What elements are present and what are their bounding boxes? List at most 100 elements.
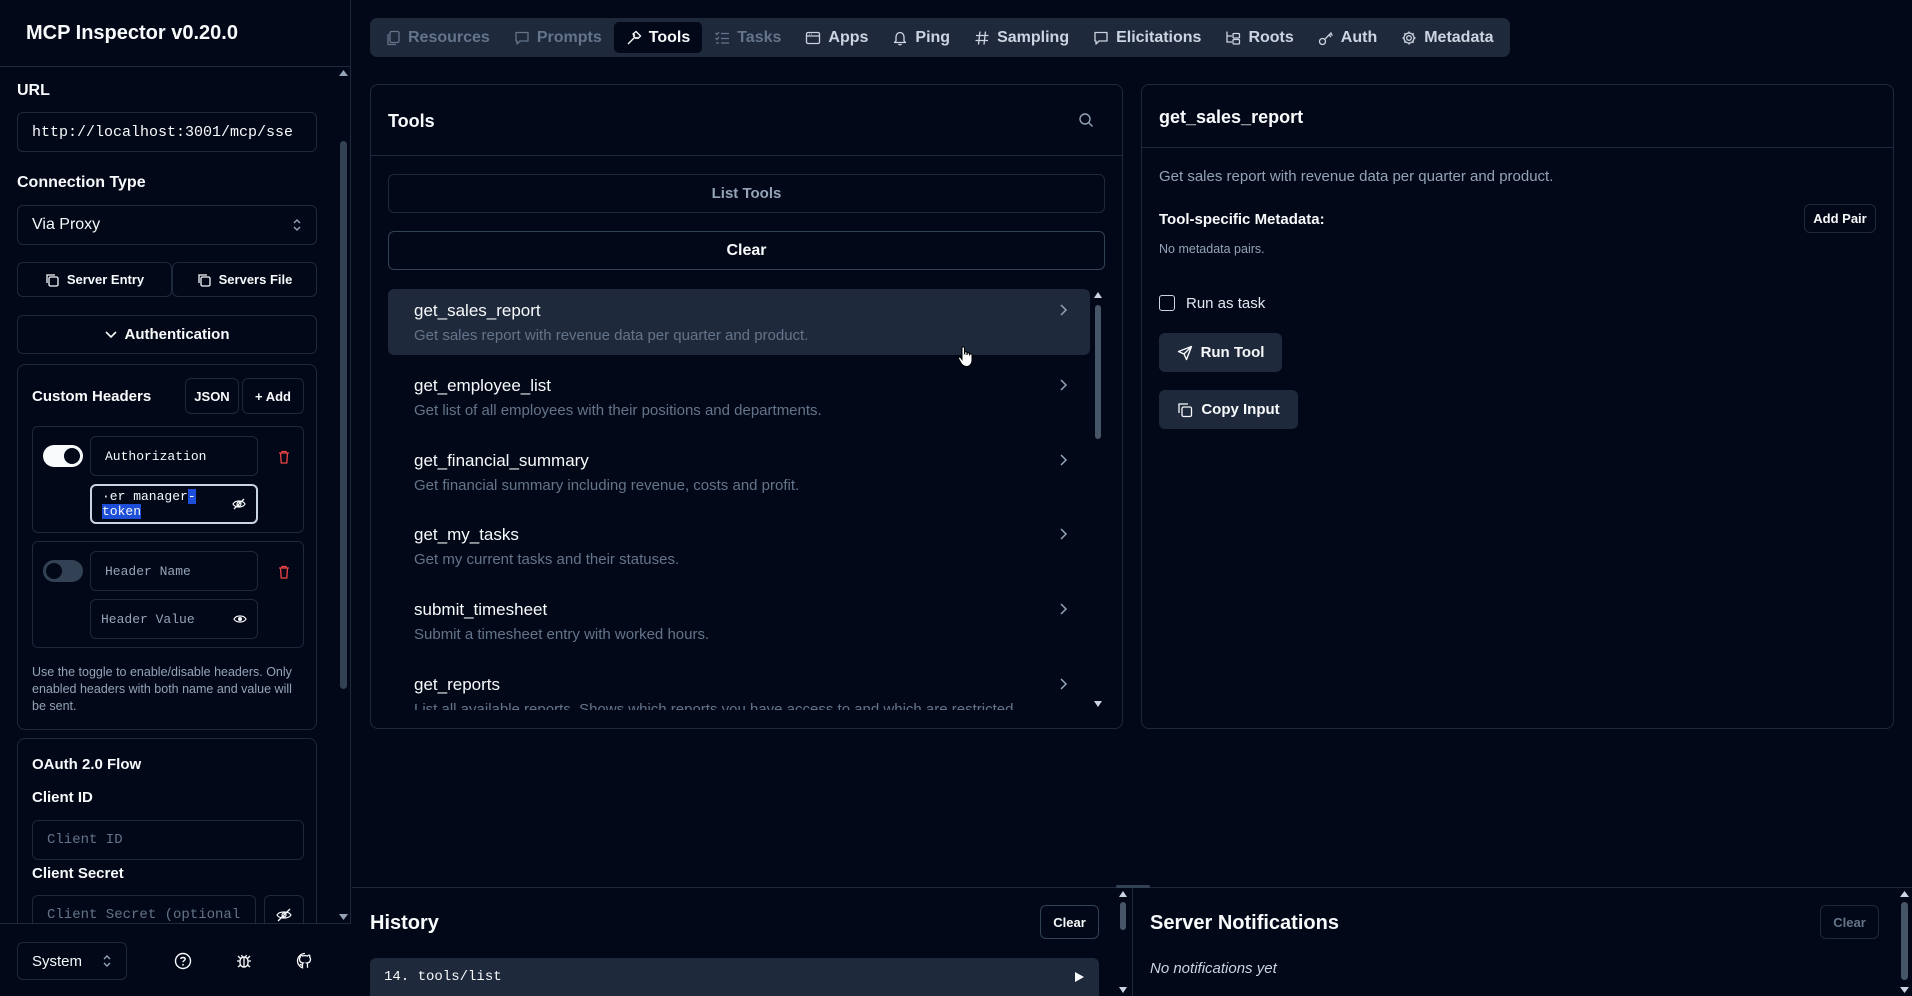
oauth-title: OAuth 2.0 Flow xyxy=(32,756,142,773)
tab-prompts[interactable]: Prompts xyxy=(502,22,614,53)
client-secret-label: Client Secret xyxy=(32,865,124,882)
header-value-text: ·er manager-token xyxy=(102,489,232,519)
json-button[interactable]: JSON xyxy=(185,378,239,414)
github-icon[interactable] xyxy=(296,952,314,970)
run-tool-label: Run Tool xyxy=(1200,344,1265,361)
tab-label: Ping xyxy=(915,28,951,46)
key-icon xyxy=(1318,31,1333,45)
file-icon xyxy=(387,30,400,45)
header-value-input[interactable]: ·er manager-token xyxy=(90,484,258,524)
history-entry[interactable]: 14. tools/list xyxy=(370,958,1099,996)
toggle-knob xyxy=(46,563,62,579)
eye-icon[interactable] xyxy=(233,612,247,626)
tab-elicitations[interactable]: Elicitations xyxy=(1081,22,1213,53)
header-name-input[interactable]: Authorization xyxy=(90,436,258,476)
clear-tools-button[interactable]: Clear xyxy=(388,231,1105,270)
tab-tools[interactable]: Tools xyxy=(613,22,703,53)
tab-ping[interactable]: Ping xyxy=(880,22,962,53)
app-window-icon xyxy=(806,31,821,44)
mouse-cursor-icon xyxy=(957,346,973,368)
theme-value: System xyxy=(32,952,83,970)
clear-history-button[interactable]: Clear xyxy=(1040,905,1099,939)
hash-icon xyxy=(975,30,989,45)
play-icon xyxy=(1075,972,1084,982)
help-circle-icon[interactable] xyxy=(174,952,192,970)
client-secret-placeholder: Client Secret (optional xyxy=(47,907,241,923)
page-scrollbar[interactable] xyxy=(1897,888,1912,996)
tool-description: Get list of all employees with their pos… xyxy=(414,402,822,419)
server-entry-button[interactable]: Server Entry xyxy=(17,262,172,297)
chevrons-up-down-icon xyxy=(103,955,111,967)
chevron-right-icon xyxy=(1060,379,1068,391)
trash-icon[interactable] xyxy=(278,450,290,464)
tool-detail-description: Get sales report with revenue data per q… xyxy=(1159,168,1554,185)
run-tool-button[interactable]: Run Tool xyxy=(1159,333,1282,372)
theme-select[interactable]: System xyxy=(17,942,127,980)
add-header-button[interactable]: + Add xyxy=(242,378,304,414)
tool-item-get-my-tasks[interactable]: get_my_tasks Get my current tasks and th… xyxy=(388,513,1090,579)
header-enabled-toggle[interactable] xyxy=(43,445,83,467)
chevron-right-icon xyxy=(1060,678,1068,690)
sidebar-scrollbar[interactable] xyxy=(336,67,351,923)
add-pair-button[interactable]: Add Pair xyxy=(1804,204,1876,233)
servers-file-label: Servers File xyxy=(218,272,293,287)
client-id-input[interactable]: Client ID xyxy=(32,820,304,860)
toggle-knob xyxy=(64,448,80,464)
tool-item-get-employee-list[interactable]: get_employee_list Get list of all employ… xyxy=(388,364,1090,430)
server-entry-label: Server Entry xyxy=(66,272,145,287)
clear-tools-label: Clear xyxy=(726,241,767,259)
header-name-input[interactable]: Header Name xyxy=(90,551,258,591)
url-input[interactable]: http://localhost:3001/mcp/sse xyxy=(17,112,317,152)
tool-description: List all available reports. Shows which … xyxy=(414,701,1018,710)
history-scrollbar[interactable] xyxy=(1116,888,1130,996)
chevron-right-icon xyxy=(1060,528,1068,540)
servers-file-button[interactable]: Servers File xyxy=(172,262,317,297)
tab-auth[interactable]: Auth xyxy=(1306,22,1389,53)
gear-icon xyxy=(1402,31,1416,44)
hammer-icon xyxy=(627,30,641,44)
eye-off-icon[interactable] xyxy=(232,497,246,511)
list-tools-label: List Tools xyxy=(711,185,782,202)
notifications-title: Server Notifications xyxy=(1150,912,1339,934)
tab-roots[interactable]: Roots xyxy=(1213,22,1305,53)
add-header-label: + Add xyxy=(255,388,291,404)
tab-apps[interactable]: Apps xyxy=(793,22,880,53)
tool-description: Submit a timesheet entry with worked hou… xyxy=(414,626,710,643)
connection-type-select[interactable]: Via Proxy xyxy=(17,205,317,245)
tool-item-get-sales-report[interactable]: get_sales_report Get sales report with r… xyxy=(388,289,1090,355)
header-value-placeholder: Header Value xyxy=(101,611,195,627)
chevron-right-icon xyxy=(1060,304,1068,316)
tool-name: get_employee_list xyxy=(414,376,552,395)
run-as-task-checkbox[interactable] xyxy=(1159,295,1175,311)
copy-icon xyxy=(46,273,59,287)
client-id-label: Client ID xyxy=(32,789,93,806)
header-value-input[interactable]: Header Value xyxy=(90,599,258,639)
clear-notifications-button[interactable]: Clear xyxy=(1820,905,1879,939)
url-label: URL xyxy=(17,82,50,99)
copy-input-button[interactable]: Copy Input xyxy=(1159,390,1298,429)
tools-list-scrollbar[interactable] xyxy=(1091,289,1105,710)
authentication-toggle-button[interactable]: Authentication xyxy=(17,315,317,354)
tool-item-get-reports[interactable]: get_reports List all available reports. … xyxy=(388,663,1090,710)
tab-label: Tasks xyxy=(737,28,782,46)
trash-icon[interactable] xyxy=(278,565,290,579)
tab-tasks[interactable]: Tasks xyxy=(702,22,793,53)
tab-sampling[interactable]: Sampling xyxy=(962,22,1081,53)
tool-item-submit-timesheet[interactable]: submit_timesheet Submit a timesheet entr… xyxy=(388,588,1090,654)
tab-resources[interactable]: Resources xyxy=(374,22,502,53)
copy-input-label: Copy Input xyxy=(1201,401,1280,418)
url-input-value: http://localhost:3001/mcp/sse xyxy=(32,123,294,141)
header-enabled-toggle[interactable] xyxy=(43,560,83,582)
sidebar-header: MCP Inspector v0.20.0 xyxy=(0,0,351,67)
tool-item-get-financial-summary[interactable]: get_financial_summary Get financial summ… xyxy=(388,439,1090,505)
tool-detail-divider xyxy=(1141,147,1894,148)
tab-label: Sampling xyxy=(997,28,1070,46)
custom-headers-title: Custom Headers xyxy=(32,388,152,405)
bug-icon[interactable] xyxy=(235,952,253,970)
eye-off-icon xyxy=(276,908,292,922)
list-tools-button[interactable]: List Tools xyxy=(388,174,1105,213)
search-icon[interactable] xyxy=(1078,112,1094,128)
tab-metadata[interactable]: Metadata xyxy=(1389,22,1505,53)
bottom-vertical-divider xyxy=(1132,888,1133,996)
chevron-down-icon xyxy=(104,330,117,338)
